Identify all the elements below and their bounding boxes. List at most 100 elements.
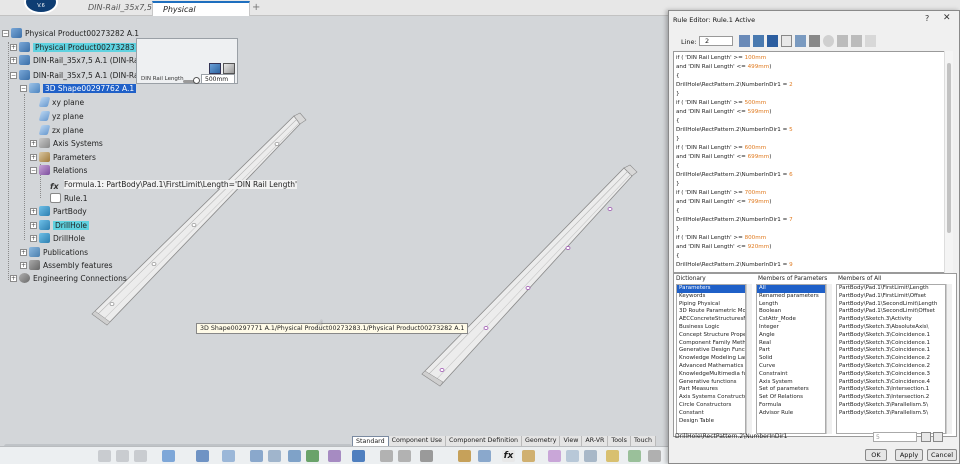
- tree-item-zx-plane[interactable]: zx plane: [38, 125, 84, 137]
- list-item[interactable]: PartBody\Pad.1\SecondLimit\Length: [837, 301, 945, 309]
- list-item[interactable]: Axis System: [757, 379, 825, 387]
- list-item[interactable]: PartBody\Sketch.3\Coincidence.3: [837, 371, 945, 379]
- list-item[interactable]: Component Family Metho: [677, 340, 745, 348]
- list-item[interactable]: Concept Structure Proper: [677, 332, 745, 340]
- list-item[interactable]: PartBody\Pad.1\FirstLimit\Offset: [837, 293, 945, 301]
- list-item[interactable]: Renamed parameters: [757, 293, 825, 301]
- undo-icon[interactable]: [162, 450, 175, 462]
- help-icon[interactable]: ?: [925, 14, 929, 23]
- table-icon[interactable]: [584, 450, 597, 462]
- members-params-list[interactable]: All Renamed parameters Length Boolean CstAtt…: [756, 284, 826, 434]
- widget-pin-icon[interactable]: [223, 63, 235, 74]
- list-item[interactable]: PartBody\Sketch.3\Parallelism.5\: [837, 402, 945, 410]
- undo-icon[interactable]: [837, 35, 848, 47]
- code-line[interactable]: if ( 'DIN Rail Length' >= 500mm: [676, 99, 766, 108]
- list-item[interactable]: PartBody\Sketch.3\Activity: [837, 316, 945, 324]
- tree-item-drillhole-2[interactable]: + DrillHole: [30, 233, 85, 245]
- tree-item-formula[interactable]: fx Formula.1: PartBody\Pad.1\FirstLimit\L…: [50, 179, 298, 191]
- tree-item-yz-plane[interactable]: yz plane: [38, 111, 84, 123]
- list-item[interactable]: Integer: [757, 324, 825, 332]
- list-item[interactable]: Knowledge Modeling Lan: [677, 355, 745, 363]
- list-item[interactable]: Part: [757, 347, 825, 355]
- code-line[interactable]: {: [676, 207, 680, 216]
- code-line[interactable]: {: [676, 72, 680, 81]
- list-item[interactable]: Real: [757, 340, 825, 348]
- tab-physical-product[interactable]: Physical Product00273282: [152, 1, 250, 28]
- function-icon[interactable]: [753, 35, 764, 47]
- zoom-icon[interactable]: [196, 450, 209, 462]
- new-tab-icon[interactable]: +: [252, 1, 260, 15]
- list-item[interactable]: Piping Physical: [677, 301, 745, 309]
- list-item[interactable]: PartBody\Sketch.3\Parallelism.5\: [837, 410, 945, 418]
- list-item[interactable]: PartBody\Sketch.3\Intersection.2: [837, 394, 945, 402]
- cut-icon[interactable]: [98, 450, 111, 462]
- code-line[interactable]: if ( 'DIN Rail Length' >= 100mm: [676, 54, 766, 63]
- list-item[interactable]: Set of parameters: [757, 386, 825, 394]
- dictionary-list[interactable]: Parameters Keywords Piping Physical 3D Rout…: [676, 284, 746, 434]
- tree-item-publications[interactable]: + Publications: [20, 247, 88, 259]
- ok-button[interactable]: OK: [865, 449, 887, 461]
- list-item[interactable]: Length: [757, 301, 825, 309]
- tree-item-root[interactable]: − Physical Product00273282 A.1: [2, 28, 139, 40]
- redo-icon[interactable]: [851, 35, 862, 47]
- din-rail-2[interactable]: [421, 164, 638, 387]
- list-item[interactable]: PartBody\Sketch.3\AbsoluteAxis\: [837, 324, 945, 332]
- tab-tools[interactable]: Tools: [608, 436, 631, 446]
- tree-item-relations[interactable]: − Relations: [30, 165, 87, 177]
- code-line[interactable]: DrillHole\RectPattern.2\NumberInDir1 = 2: [676, 81, 793, 90]
- list-item[interactable]: PartBody\Sketch.3\Coincidence.1: [837, 332, 945, 340]
- close-icon[interactable]: ✕: [943, 13, 951, 23]
- formula-icon[interactable]: fx: [502, 450, 515, 462]
- editor-scrollbar[interactable]: [944, 51, 953, 273]
- list-item[interactable]: PartBody\Sketch.3\Coincidence.4: [837, 379, 945, 387]
- list-item[interactable]: KnowledgeMultimedia fu: [677, 371, 745, 379]
- code-line[interactable]: }: [676, 180, 680, 189]
- code-line[interactable]: if ( 'DIN Rail Length' >= 800mm: [676, 234, 766, 243]
- apply-button[interactable]: Apply: [895, 449, 923, 461]
- tree-item-partbody[interactable]: + PartBody: [30, 206, 87, 218]
- list-item[interactable]: Advanced Mathematics F: [677, 363, 745, 371]
- list-item[interactable]: Part Measures: [677, 386, 745, 394]
- value-edit-icon[interactable]: [921, 432, 931, 442]
- tab-component-use[interactable]: Component Use: [388, 436, 446, 446]
- members-all-list[interactable]: PartBody\Pad.1\FirstLimit\Length PartBody…: [836, 284, 946, 434]
- list-item[interactable]: Circle Constructors: [677, 402, 745, 410]
- compass-logo[interactable]: V.6: [24, 0, 58, 14]
- code-line[interactable]: and 'DIN Rail Length' <= 799mm): [676, 198, 771, 207]
- list-item[interactable]: CstAttr_Mode: [757, 316, 825, 324]
- paste-icon[interactable]: [134, 450, 147, 462]
- din-rail-1[interactable]: [91, 112, 307, 326]
- check-icon[interactable]: [566, 450, 579, 462]
- tree-item-parameters[interactable]: + Parameters: [30, 152, 96, 164]
- code-line[interactable]: DrillHole\RectPattern.2\NumberInDir1 = 6: [676, 171, 793, 180]
- display-icon[interactable]: [306, 450, 319, 462]
- scrollbar-thumb[interactable]: [947, 63, 951, 233]
- tree-item-drillhole-1[interactable]: + DrillHole: [30, 220, 90, 232]
- list-item[interactable]: Design Table: [677, 418, 745, 426]
- tree-item-axis-systems[interactable]: + Axis Systems: [30, 138, 103, 150]
- tab-ar-vr[interactable]: AR-VR: [582, 436, 609, 446]
- list-item[interactable]: Business Logic: [677, 324, 745, 332]
- list-item[interactable]: Keywords: [677, 293, 745, 301]
- list-item[interactable]: 3D Route Parametric Mod: [677, 308, 745, 316]
- widget-settings-icon[interactable]: [209, 63, 221, 74]
- view-icon[interactable]: [250, 450, 263, 462]
- list-item[interactable]: Generative functions: [677, 379, 745, 387]
- 3d-viewport[interactable]: − Physical Product00273282 A.1 + Physical …: [0, 16, 672, 449]
- variables-icon[interactable]: [739, 35, 750, 47]
- comment-icon[interactable]: [823, 35, 834, 47]
- code-line[interactable]: {: [676, 162, 680, 171]
- tree-item-xy-plane[interactable]: xy plane: [38, 97, 84, 109]
- arrow-icon[interactable]: [795, 35, 806, 47]
- rule-code-editor[interactable]: if ( 'DIN Rail Length' >= 100mm and 'DIN…: [673, 51, 953, 273]
- value-link-icon[interactable]: [933, 432, 943, 442]
- param-value-input[interactable]: 500mm: [201, 74, 235, 84]
- part-icon[interactable]: [478, 450, 491, 462]
- list-item[interactable]: Boolean: [757, 308, 825, 316]
- properties-icon[interactable]: [328, 450, 341, 462]
- list-item[interactable]: PartBody\Sketch.3\Coincidence.2: [837, 363, 945, 371]
- list-item[interactable]: Parameters: [677, 285, 745, 293]
- material-icon[interactable]: [420, 450, 433, 462]
- code-line[interactable]: {: [676, 252, 680, 261]
- list-item[interactable]: PartBody\Sketch.3\Coincidence.2: [837, 355, 945, 363]
